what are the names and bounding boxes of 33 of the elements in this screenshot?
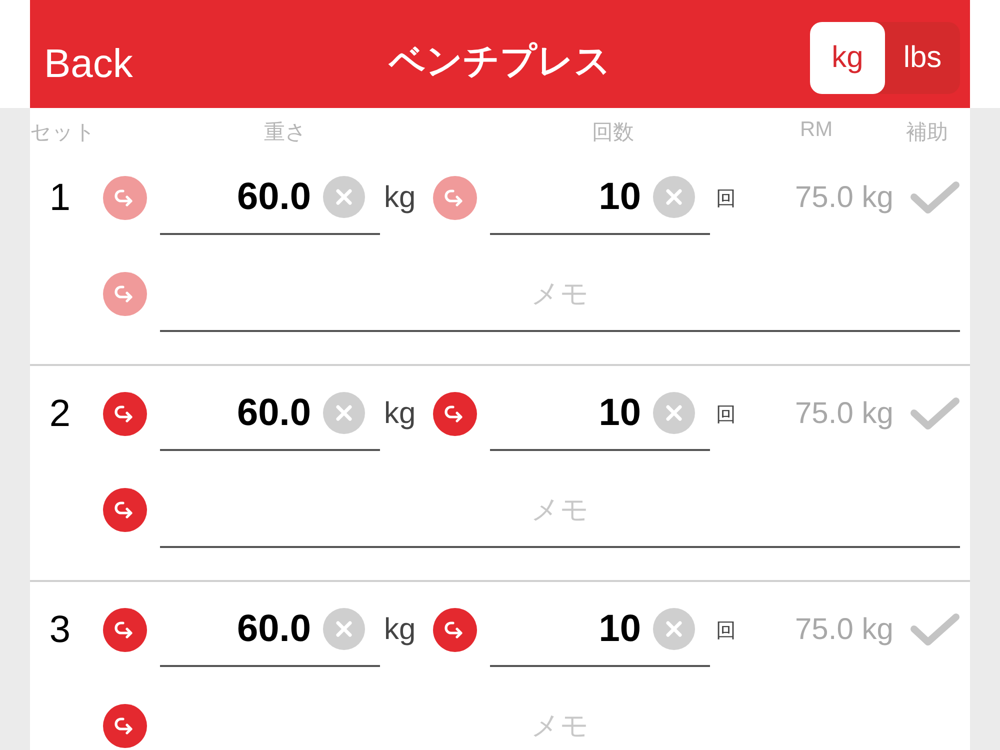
rm-value: 75.0 kg	[795, 397, 894, 431]
back-button[interactable]: Back	[44, 44, 133, 84]
clear-icon[interactable]	[653, 392, 695, 434]
column-header: 回数	[592, 119, 634, 146]
set-number: 2	[48, 392, 72, 436]
clear-icon[interactable]	[323, 176, 365, 218]
unit-option[interactable]: lbs	[885, 22, 960, 94]
reps-field[interactable]: 10	[490, 593, 710, 667]
unit-label: 回	[715, 400, 737, 428]
column-header: RM	[800, 118, 833, 142]
screen-title: ベンチプレス	[389, 40, 611, 84]
rm-value: 75.0 kg	[795, 181, 894, 215]
unit-label: kg	[383, 613, 417, 647]
rm-value: 75.0 kg	[795, 613, 894, 647]
checkmark-icon[interactable]	[910, 397, 960, 431]
weight-field[interactable]: 60.0	[160, 377, 380, 451]
column-header: 補助	[906, 119, 948, 146]
clear-icon[interactable]	[653, 176, 695, 218]
column-header: 重さ	[264, 119, 307, 146]
weight-field[interactable]: 60.0	[160, 593, 380, 667]
unit-label: kg	[383, 181, 417, 215]
set-number: 3	[48, 608, 72, 652]
clear-icon[interactable]	[323, 392, 365, 434]
set-number: 1	[48, 176, 72, 220]
column-header: セット	[30, 119, 96, 146]
reps-field[interactable]: 10	[490, 377, 710, 451]
checkmark-icon[interactable]	[910, 613, 960, 647]
unit-label: 回	[715, 616, 737, 644]
unit-label: 回	[715, 184, 737, 212]
clear-icon[interactable]	[653, 608, 695, 650]
clear-icon[interactable]	[323, 608, 365, 650]
unit-label: kg	[383, 397, 417, 431]
unit-option[interactable]: kg	[810, 22, 885, 94]
